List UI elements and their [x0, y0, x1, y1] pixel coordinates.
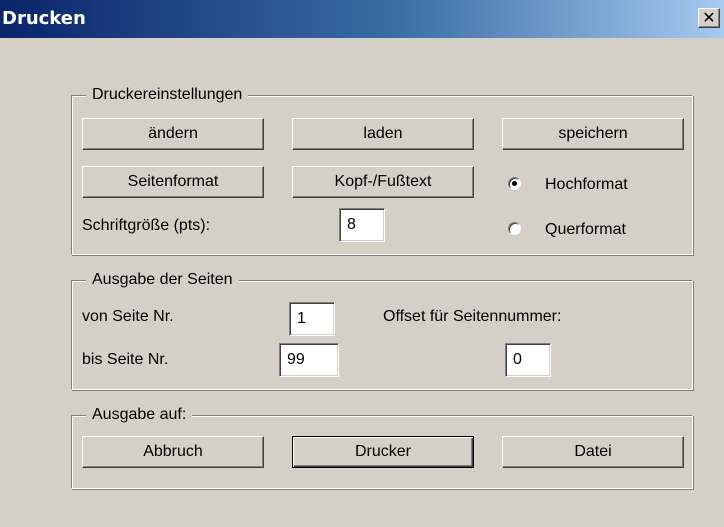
offset-label: Offset für Seitennummer:	[383, 308, 562, 325]
page-format-button[interactable]: Seitenformat	[82, 166, 264, 198]
printer-button[interactable]: Drucker	[292, 436, 474, 468]
window-title: Drucken	[2, 8, 86, 29]
cancel-button[interactable]: Abbruch	[82, 436, 264, 468]
file-button[interactable]: Datei	[502, 436, 684, 468]
title-bar: Drucken ✕	[0, 0, 724, 38]
load-button[interactable]: laden	[292, 118, 474, 150]
font-size-label: Schriftgröße (pts):	[82, 217, 211, 234]
pages-label: Ausgabe der Seiten	[86, 269, 239, 291]
pages-group: Ausgabe der Seiten	[71, 269, 693, 390]
close-icon: ✕	[702, 8, 716, 27]
to-page-label: bis Seite Nr.	[82, 351, 169, 368]
from-page-label: von Seite Nr.	[82, 308, 174, 325]
landscape-radio[interactable]	[508, 222, 521, 235]
output-label: Ausgabe auf:	[86, 404, 193, 426]
landscape-label[interactable]: Querformat	[545, 220, 626, 240]
to-page-input[interactable]: 99	[279, 343, 339, 377]
change-button[interactable]: ändern	[82, 118, 264, 150]
close-button[interactable]: ✕	[698, 8, 720, 28]
portrait-radio[interactable]	[508, 177, 521, 190]
printer-settings-label: Druckereinstellungen	[86, 84, 249, 106]
portrait-label[interactable]: Hochformat	[545, 175, 628, 195]
offset-input[interactable]: 0	[505, 343, 551, 377]
header-footer-button[interactable]: Kopf-/Fußtext	[292, 166, 474, 198]
from-page-input[interactable]: 1	[289, 302, 335, 336]
font-size-input[interactable]: 8	[339, 208, 385, 242]
save-button[interactable]: speichern	[502, 118, 684, 150]
radio-selected-dot	[512, 181, 517, 186]
